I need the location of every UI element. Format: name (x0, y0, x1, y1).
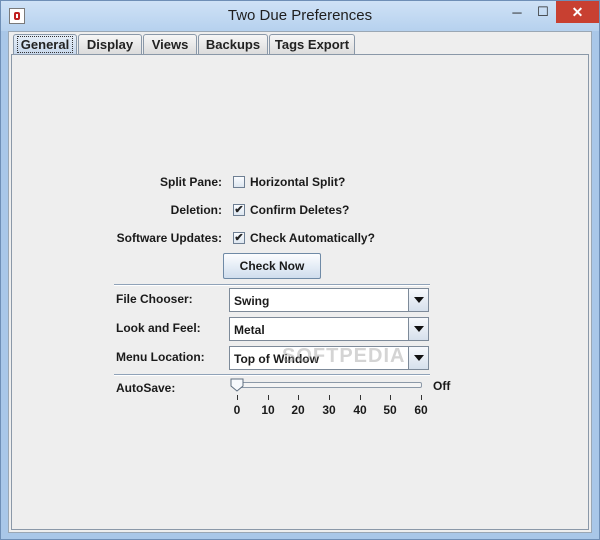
look-and-feel-combo[interactable]: Metal (229, 317, 429, 341)
file-chooser-label: File Chooser: (116, 292, 193, 306)
chevron-down-icon[interactable] (408, 347, 428, 369)
autosave-label: AutoSave: (116, 381, 176, 395)
slider-tick (298, 395, 299, 400)
horizontal-split-checkbox[interactable] (233, 176, 245, 188)
preferences-window: Two Due Preferences ─ ☐ ✕ General Displa… (0, 0, 600, 540)
look-and-feel-label: Look and Feel: (116, 321, 201, 335)
tab-display[interactable]: Display (78, 34, 142, 54)
maximize-button[interactable]: ☐ (530, 1, 556, 23)
menu-location-label: Menu Location: (116, 350, 205, 364)
separator-top (114, 284, 430, 286)
minimize-button[interactable]: ─ (504, 1, 530, 23)
chevron-down-icon[interactable] (408, 289, 428, 311)
autosave-slider-track[interactable] (232, 382, 422, 388)
tab-tags-export[interactable]: Tags Export (269, 34, 355, 54)
title-bar[interactable]: Two Due Preferences ─ ☐ ✕ (1, 1, 599, 31)
look-and-feel-value: Metal (234, 323, 265, 337)
deletion-label: Deletion: (170, 203, 222, 217)
slider-tick-label: 40 (353, 403, 367, 417)
software-updates-label: Software Updates: (116, 231, 222, 245)
slider-tick-label: 30 (322, 403, 336, 417)
horizontal-split-label[interactable]: Horizontal Split? (250, 175, 345, 189)
check-now-button[interactable]: Check Now (223, 253, 321, 279)
general-panel: Split Pane: Horizontal Split? Deletion: … (11, 54, 589, 530)
slider-tick (268, 395, 269, 400)
tab-backups[interactable]: Backups (198, 34, 268, 54)
tab-general-label: General (16, 36, 74, 53)
slider-tick (360, 395, 361, 400)
close-button[interactable]: ✕ (556, 1, 599, 23)
split-pane-label: Split Pane: (159, 175, 222, 189)
softpedia-watermark: SOFTPEDIA (282, 345, 406, 367)
file-chooser-combo[interactable]: Swing (229, 288, 429, 312)
slider-tick-label: 50 (383, 403, 397, 417)
separator-bottom (114, 374, 430, 376)
slider-tick-label: 60 (414, 403, 428, 417)
slider-tick-label: 20 (291, 403, 305, 417)
confirm-deletes-label[interactable]: Confirm Deletes? (250, 203, 349, 217)
tab-views[interactable]: Views (143, 34, 197, 54)
tab-general[interactable]: General (13, 34, 77, 54)
confirm-deletes-checkbox[interactable]: ✔ (233, 204, 245, 216)
chevron-down-icon[interactable] (408, 318, 428, 340)
slider-tick (329, 395, 330, 400)
check-automatically-checkbox[interactable]: ✔ (233, 232, 245, 244)
slider-tick-label: 0 (233, 403, 241, 417)
slider-tick-label: 10 (261, 403, 275, 417)
file-chooser-value: Swing (234, 294, 270, 308)
autosave-slider-thumb[interactable] (230, 378, 244, 392)
slider-tick (237, 395, 238, 400)
client-area: General Display Views Backups Tags Expor… (8, 31, 592, 533)
autosave-value-label: Off (433, 379, 451, 393)
slider-tick (421, 395, 422, 400)
check-automatically-label[interactable]: Check Automatically? (250, 231, 375, 245)
slider-tick (390, 395, 391, 400)
